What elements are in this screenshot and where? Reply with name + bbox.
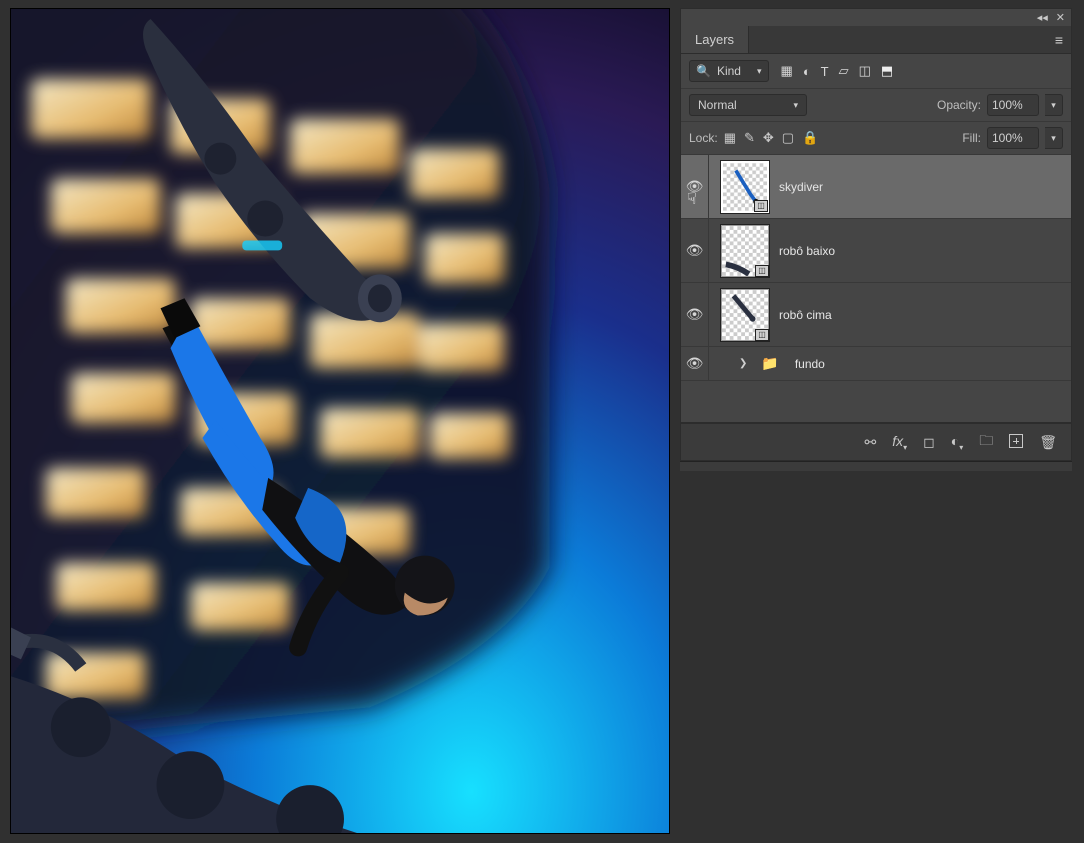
layer-row-fundo-folder[interactable]: 👁 ❯ 📁 fundo xyxy=(681,347,1071,381)
opacity-input[interactable] xyxy=(992,98,1034,112)
lock-all-icon[interactable]: 🔒 xyxy=(802,130,818,146)
fill-chevron[interactable]: ▾ xyxy=(1045,127,1063,149)
layer-row-robo-cima[interactable]: 👁 ◫ robô cima xyxy=(681,283,1071,347)
layers-panel: ◂◂ ✕ Layers ≡ 🔍 Kind ▾ ▦ ◐ T ▱ ◫ ⬒ xyxy=(680,8,1072,461)
lock-position-icon[interactable]: ✥ xyxy=(763,130,774,146)
layer-row-skydiver[interactable]: 👁 ☟ ◫ skydiver xyxy=(681,155,1071,219)
lock-artboard-icon[interactable]: ▢ xyxy=(782,130,794,146)
lock-transparency-icon[interactable]: ▦ xyxy=(724,130,736,146)
cursor-hand-icon: ☟ xyxy=(687,189,697,209)
smartobject-badge-icon: ◫ xyxy=(755,265,769,277)
panel-window-controls: ◂◂ ✕ xyxy=(681,9,1071,26)
layer-name-label[interactable]: fundo xyxy=(795,357,825,371)
filter-shape-icon[interactable]: ▱ xyxy=(839,63,849,79)
layer-list-empty-area[interactable] xyxy=(681,383,1071,423)
tab-layers[interactable]: Layers xyxy=(681,26,749,53)
filter-type-dropdown[interactable]: 🔍 Kind ▾ xyxy=(689,60,769,82)
tab-layers-label: Layers xyxy=(695,32,734,47)
lock-label: Lock: xyxy=(689,131,718,145)
layer-list: 👁 ☟ ◫ skydiver xyxy=(681,155,1071,383)
smartobject-badge-icon: ◫ xyxy=(755,329,769,341)
fill-field[interactable] xyxy=(987,127,1039,149)
folder-icon: 📁 xyxy=(761,355,778,372)
fill-input[interactable] xyxy=(992,131,1034,145)
filter-toggle-icon[interactable]: ⬒ xyxy=(881,63,893,79)
link-layers-icon[interactable]: ⚯ xyxy=(864,434,876,451)
chevron-down-icon: ▾ xyxy=(793,100,798,111)
fill-label: Fill: xyxy=(962,131,981,145)
eye-icon: 👁 xyxy=(686,355,704,372)
opacity-label: Opacity: xyxy=(937,98,981,112)
blend-mode-value: Normal xyxy=(698,98,737,112)
panel-resize-grip[interactable] xyxy=(680,461,1072,471)
document-canvas[interactable] xyxy=(10,8,670,834)
layer-visibility-toggle[interactable]: 👁 xyxy=(681,219,709,282)
layer-visibility-toggle[interactable]: 👁 xyxy=(681,283,709,346)
filter-adjustment-icon[interactable]: ◐ xyxy=(803,64,811,79)
smartobject-badge-icon: ◫ xyxy=(754,200,768,212)
blend-mode-dropdown[interactable]: Normal ▾ xyxy=(689,94,807,116)
adjustment-layer-icon[interactable]: ◐▾ xyxy=(951,433,963,452)
folder-expand-chevron[interactable]: ❯ xyxy=(739,358,747,369)
layer-visibility-toggle[interactable]: 👁 ☟ xyxy=(681,155,709,218)
blend-opacity-row: Normal ▾ Opacity: ▾ xyxy=(681,89,1071,122)
search-icon: 🔍 xyxy=(696,64,711,78)
filter-type-label: Kind xyxy=(717,64,741,78)
opacity-chevron[interactable]: ▾ xyxy=(1045,94,1063,116)
layer-thumbnail[interactable]: ◫ xyxy=(721,225,769,277)
layer-filter-row: 🔍 Kind ▾ ▦ ◐ T ▱ ◫ ⬒ xyxy=(681,54,1071,89)
eye-icon: 👁 xyxy=(686,306,704,323)
panel-menu-button[interactable]: ≡ xyxy=(1047,32,1071,48)
new-group-icon[interactable]: 🗀 xyxy=(979,430,993,454)
layer-mask-icon[interactable]: ◻ xyxy=(923,434,935,451)
filter-type-text-icon[interactable]: T xyxy=(821,64,829,79)
layer-fx-icon[interactable]: fx▾ xyxy=(892,433,907,452)
canvas-artwork xyxy=(11,9,669,833)
layer-name-label[interactable]: robô cima xyxy=(779,308,832,322)
layer-thumbnail[interactable]: ◫ xyxy=(721,289,769,341)
panel-collapse-icon[interactable]: ◂◂ xyxy=(1037,11,1048,24)
eye-icon: 👁 xyxy=(686,242,704,259)
delete-layer-icon[interactable]: 🗑 xyxy=(1039,434,1057,451)
filter-pixel-icon[interactable]: ▦ xyxy=(781,63,793,79)
opacity-field[interactable] xyxy=(987,94,1039,116)
layer-name-label[interactable]: robô baixo xyxy=(779,244,835,258)
panel-close-icon[interactable]: ✕ xyxy=(1056,11,1065,24)
new-layer-icon[interactable] xyxy=(1009,434,1023,451)
layer-name-label[interactable]: skydiver xyxy=(779,180,823,194)
layer-thumbnail[interactable]: ◫ xyxy=(721,161,769,213)
layers-panel-footer: ⚯ fx▾ ◻ ◐▾ 🗀 🗑 xyxy=(681,423,1071,460)
lock-pixels-icon[interactable]: ✎ xyxy=(744,130,755,146)
lock-fill-row: Lock: ▦ ✎ ✥ ▢ 🔒 Fill: ▾ xyxy=(681,122,1071,155)
layer-row-robo-baixo[interactable]: 👁 ◫ robô baixo xyxy=(681,219,1071,283)
layer-visibility-toggle[interactable]: 👁 xyxy=(681,347,709,381)
chevron-down-icon: ▾ xyxy=(757,66,762,77)
filter-smartobject-icon[interactable]: ◫ xyxy=(859,63,871,79)
